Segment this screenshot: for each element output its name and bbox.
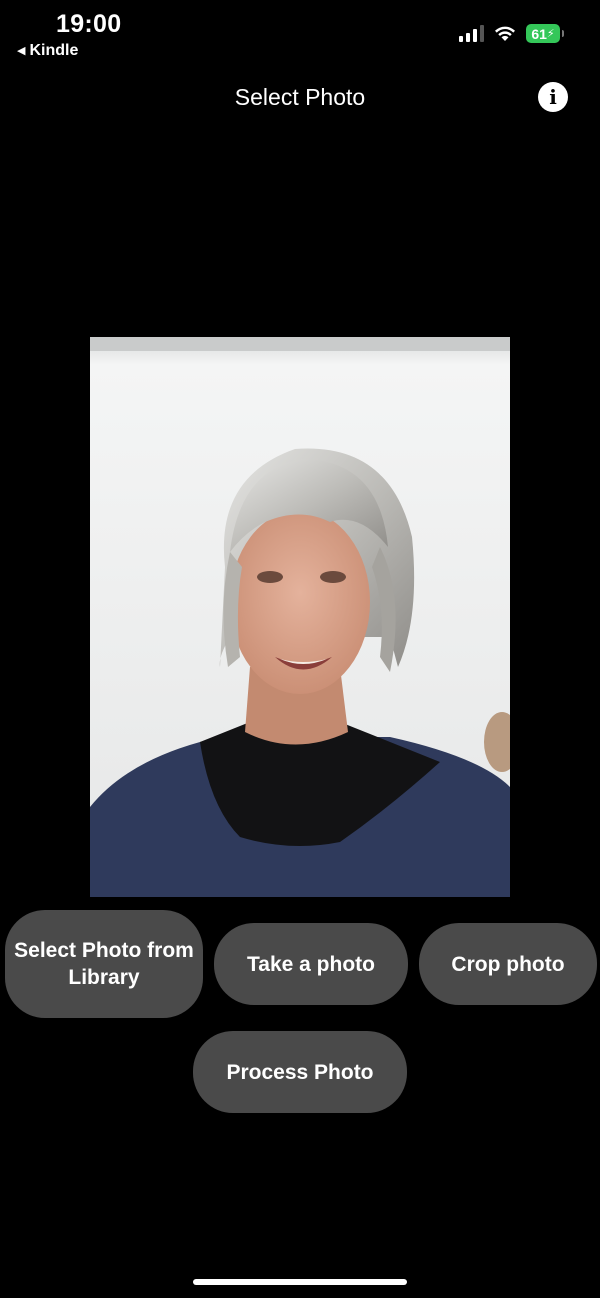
status-icons: 61 ⚡ <box>459 24 564 43</box>
status-time: 19:00 <box>56 10 122 38</box>
info-icon[interactable]: i <box>538 82 568 112</box>
battery-level: 61 <box>531 25 547 42</box>
battery-icon: 61 ⚡ <box>526 24 564 43</box>
crop-photo-button[interactable]: Crop photo <box>419 923 597 1005</box>
select-from-library-button[interactable]: Select Photo from Library <box>5 910 203 1018</box>
cellular-signal-icon <box>459 25 484 42</box>
back-triangle-icon: ◀ <box>17 44 26 57</box>
wifi-icon <box>495 26 515 41</box>
home-indicator[interactable] <box>193 1279 407 1285</box>
page-title: Select Photo <box>234 84 366 110</box>
take-photo-button[interactable]: Take a photo <box>214 923 408 1005</box>
back-app-label: Kindle <box>29 42 79 59</box>
selected-photo <box>90 337 510 897</box>
back-to-app-link[interactable]: ◀ Kindle <box>17 42 78 60</box>
process-photo-button[interactable]: Process Photo <box>193 1031 407 1113</box>
